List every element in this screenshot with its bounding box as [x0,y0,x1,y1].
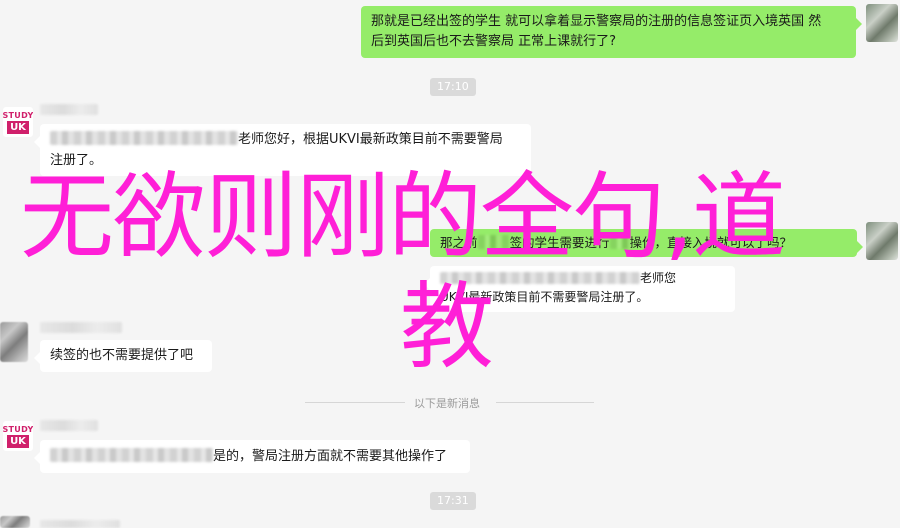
timestamp: 17:31 [430,492,476,510]
redacted-text [477,235,510,249]
sender-name-redacted [40,104,98,115]
message-text-line: UKVI最新政策目前不需要警局注册了。 [440,290,649,304]
redacted-text [440,272,640,284]
study-uk-avatar[interactable]: STUDY UK [3,421,33,451]
user-avatar[interactable] [866,222,898,260]
study-uk-avatar[interactable]: STUDY UK [3,107,33,137]
timestamp: 17:10 [430,78,476,96]
message-text: 老师您好，根据UKVI最新政策目前不需要警局 [238,132,503,147]
study-uk-logo-text: STUDY [3,424,33,434]
message-bubble-outgoing[interactable]: 那就是已经出签的学生 就可以拿着显示警察局的注册的信息签证页入境英国 然 后到英… [361,6,862,58]
message-text: 操作，直接入境就可以了吗？ [629,235,793,250]
message-bubble-outgoing[interactable]: 那之前 签的学生需要进行 操作，直接入境就可以了吗？ [430,229,863,257]
sender-name-redacted [40,322,122,333]
study-uk-logo-text: STUDY [3,110,33,120]
new-messages-divider-label: 以下是新消息 [414,397,480,410]
message-text: 老师您 [640,271,677,285]
user-avatar[interactable] [866,4,898,42]
message-bubble-incoming[interactable]: 老师您 UKVI最新政策目前不需要警局注册了。 [424,266,735,312]
redacted-text [609,235,630,249]
message-text: 那之前 [440,235,478,250]
chat-window: 那就是已经出签的学生 就可以拿着显示警察局的注册的信息签证页入境英国 然 后到英… [0,0,900,528]
message-text: 是的，警局注册方面就不需要其他操作了 [213,449,448,464]
message-text-line: 那就是已经出签的学生 就可以拿着显示警察局的注册的信息签证页入境英国 然 [371,14,822,29]
redacted-text [50,448,213,462]
new-messages-divider-line-right [496,402,594,403]
sender-name-redacted [40,520,120,528]
message-bubble-incoming[interactable]: 是的，警局注册方面就不需要其他操作了 [34,440,470,473]
study-uk-logo-badge: UK [7,434,29,448]
message-text: 续签的也不需要提供了吧 [50,348,194,363]
new-messages-divider-line-left [305,402,405,403]
user-avatar[interactable] [0,516,30,528]
user-avatar[interactable] [0,322,28,362]
message-text: 签的学生需要进行 [509,235,610,250]
message-bubble-incoming[interactable]: 续签的也不需要提供了吧 [34,340,212,372]
redacted-text [50,131,238,145]
message-text-line: 后到英国后也不去警察局 正常上课就行了? [371,34,617,49]
message-text-line: 注册了。 [50,153,103,168]
message-bubble-incoming[interactable]: 老师您好，根据UKVI最新政策目前不需要警局 注册了。 [34,124,531,176]
sender-name-redacted [40,420,98,431]
study-uk-logo-badge: UK [7,120,29,134]
